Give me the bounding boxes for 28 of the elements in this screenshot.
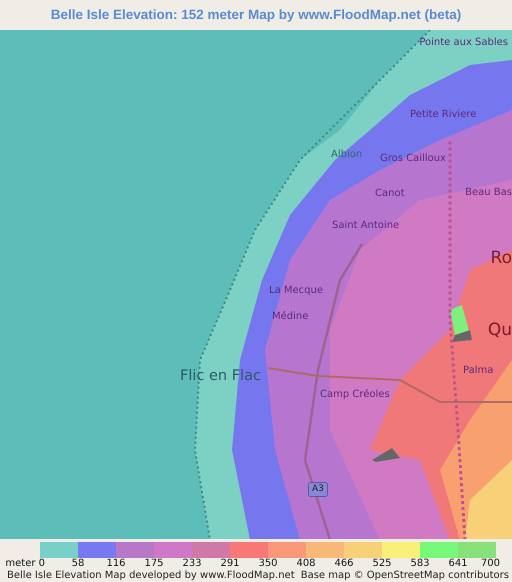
place-label: Palma [463,366,494,376]
legend-tick-label: 700 [480,558,501,570]
map-credit: Belle Isle Elevation Map developed by www.FloodMap.net [7,570,295,582]
legend-tick-label: 175 [143,558,165,570]
legend-tick-label: 641 [447,558,469,570]
place-label: Canot [375,188,404,199]
legend-tick-label: 583 [409,558,431,570]
place-label: Beau Bas [465,188,512,198]
place-label: Pointe aux Sables [419,38,508,48]
legend-tick-label: 350 [257,558,279,570]
legend-tick-label: 466 [333,558,355,570]
legend-tick-label: 408 [295,558,317,570]
legend-tick-label: meter 0 [4,558,46,570]
page-title: Belle Isle Elevation: 152 meter Map by www.FloodMap.net (beta) [50,7,462,22]
legend-tick-label: 291 [219,558,241,570]
legend-tick-label: 116 [105,558,127,570]
map-attribution: Base map © OpenStreetMap contributors [300,570,509,582]
place-label: Qu [488,322,512,339]
place-label: Camp Créoles [320,390,390,400]
place-label: La Mecque [269,286,323,296]
place-label: Ro [490,250,512,267]
place-label: Petite Riviere [410,110,476,120]
legend-tick-label: 525 [371,558,393,570]
place-label: Gros Cailloux [380,154,446,164]
road-shield: A3 [308,482,328,497]
legend-tick-label: 233 [181,558,203,570]
legend-tick-label: 58 [70,558,86,570]
place-label: Saint Antoine [332,220,400,231]
